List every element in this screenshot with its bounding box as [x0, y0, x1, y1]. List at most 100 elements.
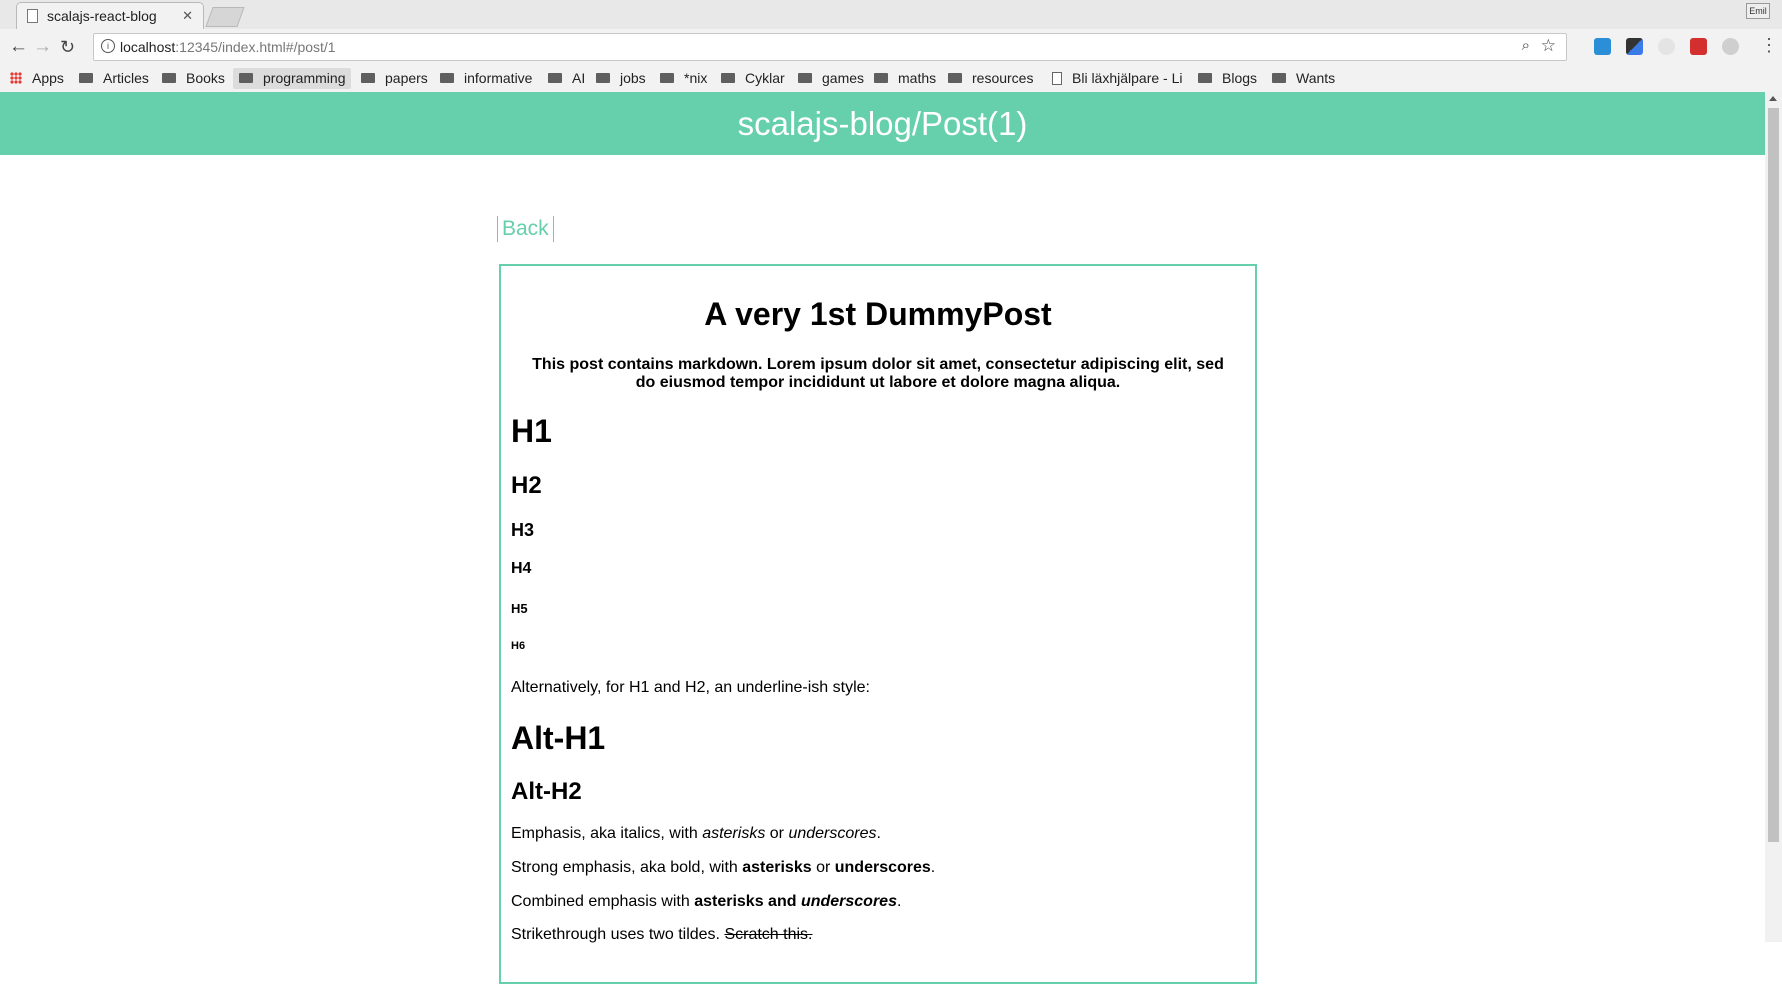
bookmark-cyklar[interactable]: Cyklar	[721, 68, 785, 89]
bookmark-wants[interactable]: Wants	[1272, 68, 1335, 89]
heading-h3: H3	[511, 520, 535, 540]
bookmark-jobs[interactable]: jobs	[596, 68, 646, 89]
folder-icon	[596, 73, 610, 84]
bookmark-label: Bli läxhjälpare - Li	[1072, 70, 1183, 86]
text: or	[811, 859, 835, 876]
folder-icon	[948, 73, 962, 84]
url-host: localhost	[120, 39, 176, 55]
heading-h6: H6	[511, 640, 526, 652]
bookmark-label: papers	[385, 70, 428, 86]
bookmark-label: Books	[186, 70, 225, 86]
bold-text: asterisks	[742, 859, 812, 876]
folder-icon	[79, 73, 93, 84]
bookmark-programming[interactable]: programming	[233, 68, 352, 89]
info-icon[interactable]: i	[101, 39, 115, 53]
bookmark-games[interactable]: games	[798, 68, 864, 89]
folder-icon	[440, 73, 454, 84]
bookmark-informative[interactable]: informative	[440, 68, 532, 89]
bookmark-label: Wants	[1296, 70, 1336, 86]
alt-heading-intro: Alternatively, for H1 and H2, an underli…	[511, 679, 870, 696]
extension-s-icon[interactable]	[1722, 38, 1739, 55]
extension-translate-icon[interactable]	[1594, 38, 1611, 55]
text: .	[896, 893, 902, 910]
forward-arrow-icon[interactable]: →	[33, 37, 52, 57]
bookmark-label: maths	[898, 70, 937, 86]
folder-icon	[798, 73, 812, 84]
bookmark-label: resources	[972, 70, 1034, 86]
reload-icon[interactable]: ↻	[60, 37, 75, 57]
back-arrow-icon[interactable]: ←	[9, 37, 28, 57]
folder-icon	[1272, 73, 1286, 84]
extension-eyedropper-icon[interactable]	[1626, 38, 1643, 55]
tab-title: scalajs-react-blog	[47, 8, 157, 24]
strikethrough-text: Scratch this.	[724, 926, 813, 943]
apps-grid-icon	[10, 72, 22, 85]
bookmark-papers[interactable]: papers	[361, 68, 428, 89]
bookmark-label: Blogs	[1222, 70, 1258, 86]
text: .	[876, 825, 881, 842]
bookmark-articles[interactable]: Articles	[79, 68, 149, 89]
heading-alt-h1: Alt-H1	[511, 720, 606, 756]
bookmark-label: programming	[263, 70, 346, 86]
italic-text: underscores	[788, 825, 877, 842]
bookmark-label: informative	[464, 70, 533, 86]
address-bar[interactable]: i localhost:12345/index.html#/post/1 ⌕ ☆	[93, 33, 1567, 61]
bookmark-books[interactable]: Books	[162, 68, 225, 89]
folder-icon	[874, 73, 888, 84]
bookmark-label: AI	[572, 70, 586, 86]
bookmark-label: Apps	[32, 70, 64, 86]
scroll-up-arrow-icon[interactable]	[1769, 96, 1777, 101]
bookmark-label: games	[822, 70, 865, 86]
url-path: :12345/index.html#/post/1	[175, 39, 336, 55]
folder-icon	[239, 73, 253, 84]
heading-h1: H1	[511, 413, 552, 449]
bookmark-apps[interactable]: Apps	[10, 68, 64, 89]
bookmark-label: Cyklar	[745, 70, 785, 86]
bold-italic-text: underscores	[800, 893, 897, 910]
page-icon	[27, 9, 38, 23]
bookmark-star-icon[interactable]: ☆	[1541, 36, 1556, 56]
bold-part: asterisks and	[694, 893, 801, 910]
close-tab-icon[interactable]: ✕	[182, 8, 193, 24]
bold-text: underscores	[834, 859, 931, 876]
bookmark-nix[interactable]: *nix	[660, 68, 707, 89]
bookmark-ai[interactable]: AI	[548, 68, 585, 89]
heading-alt-h2: Alt-H2	[511, 778, 582, 805]
folder-icon	[548, 73, 562, 84]
extension-red-icon[interactable]	[1690, 38, 1707, 55]
bookmark-maths[interactable]: maths	[874, 68, 936, 89]
paragraph-strikethrough: Strikethrough uses two tildes. Scratch t…	[511, 926, 812, 944]
url-text[interactable]: localhost:12345/index.html#/post/1	[120, 39, 336, 55]
heading-h5: H5	[511, 601, 528, 616]
bookmark-blogs[interactable]: Blogs	[1198, 68, 1257, 89]
bookmarks-bar: Apps Articles Books programming papers i…	[0, 65, 1782, 93]
text: Combined emphasis with	[511, 893, 695, 910]
folder-icon	[660, 73, 674, 84]
new-tab-button[interactable]	[205, 7, 245, 27]
zoom-icon[interactable]: ⌕	[1522, 37, 1530, 54]
bookmark-resources[interactable]: resources	[948, 68, 1033, 89]
italic-text: asterisks	[702, 825, 766, 842]
profile-badge[interactable]: Emil	[1746, 3, 1770, 19]
text: or	[765, 825, 789, 842]
heading-h2: H2	[511, 472, 542, 499]
extension-ghost-icon[interactable]	[1658, 38, 1675, 55]
text: .	[930, 859, 936, 876]
bookmark-label: jobs	[620, 70, 646, 86]
bold-text: asterisks and underscores	[694, 893, 897, 910]
post-title: A very 1st DummyPost	[704, 296, 1052, 332]
scrollbar-thumb[interactable]	[1768, 108, 1779, 842]
paragraph-combined: Combined emphasis with asterisks and und…	[511, 893, 901, 911]
bookmark-label: *nix	[684, 70, 708, 86]
folder-icon	[1198, 73, 1212, 84]
site-header: scalajs-blog/Post(1)	[0, 92, 1765, 155]
text: Emphasis, aka italics, with	[511, 825, 703, 842]
folder-icon	[721, 73, 735, 84]
browser-menu-icon[interactable]: ⋮	[1760, 35, 1778, 56]
bookmark-bli-laxhjalpare[interactable]: Bli läxhjälpare - Li	[1052, 68, 1183, 89]
browser-tab[interactable]: scalajs-react-blog ✕	[16, 2, 204, 30]
heading-h4: H4	[511, 560, 532, 577]
text: Strikethrough uses two tildes.	[511, 926, 725, 943]
back-link[interactable]: Back	[497, 216, 554, 242]
site-title: scalajs-blog/Post(1)	[737, 105, 1028, 142]
